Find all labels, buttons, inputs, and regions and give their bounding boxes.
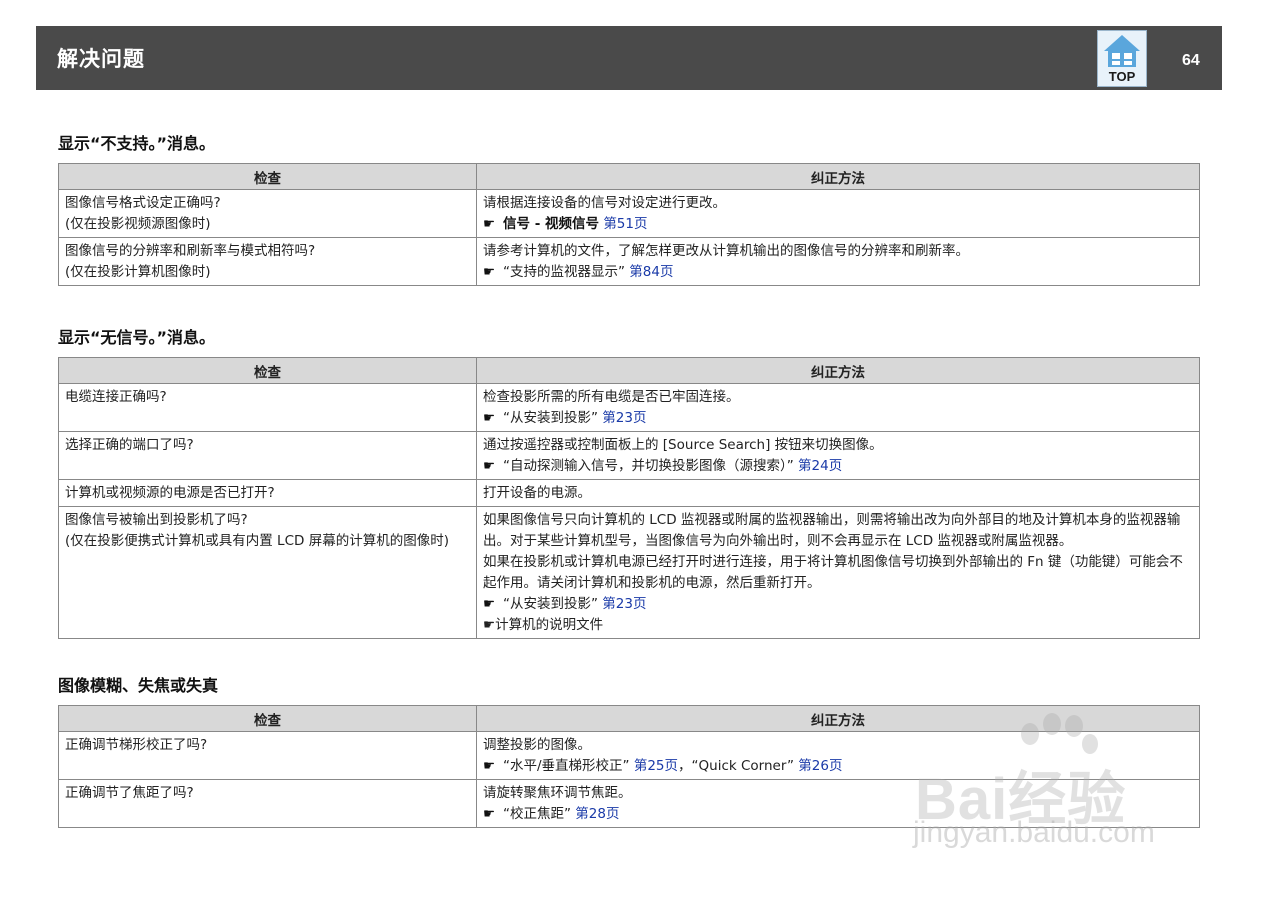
reference-title: “水平/垂直梯形校正” [503,758,630,774]
page-link[interactable]: 第24页 [798,458,842,474]
reference-title: “自动探测输入信号，并切换投影图像（源搜索）” [503,458,794,474]
fix-cell: 如果图像信号只向计算机的 LCD 监视器或附属的监视器输出，则需将输出改为向外部… [476,506,1200,639]
column-header-fix: 纠正方法 [476,705,1200,732]
table-row: 电缆连接正确吗? 检查投影所需的所有电缆是否已牢固连接。 ☛ “从安装到投影” 第… [58,383,1200,432]
hand-pointer-icon: ☛ [483,758,496,774]
hand-pointer-icon: ☛ [483,617,496,633]
column-header-fix: 纠正方法 [476,357,1200,384]
column-header-fix: 纠正方法 [476,163,1200,190]
check-note: (仅在投影视频源图像时) [65,216,211,232]
reference-line: ☛ 信号 - 视频信号 第51页 [483,214,1193,235]
page-link[interactable]: 第26页 [798,758,842,774]
fix-cell: 请参考计算机的文件，了解怎样更改从计算机输出的图像信号的分辨率和刷新率。 ☛ “支… [476,237,1200,286]
reference-title: “校正焦距” [503,806,571,822]
table-no-signal: 检查 纠正方法 电缆连接正确吗? 检查投影所需的所有电缆是否已牢固连接。 ☛ “从… [58,357,1200,639]
table-row: 正确调节梯形校正了吗? 调整投影的图像。 ☛ “水平/垂直梯形校正” 第25页，“… [58,731,1200,780]
check-cell: 选择正确的端口了吗? [58,431,477,480]
check-text: 计算机或视频源的电源是否已打开? [65,485,275,501]
check-text: 选择正确的端口了吗? [65,437,194,453]
hand-pointer-icon: ☛ [483,264,496,280]
check-cell: 正确调节梯形校正了吗? [58,731,477,780]
page-title: 解决问题 [57,47,145,71]
reference-line: ☛ “从安装到投影” 第23页 [483,408,1193,429]
page-link[interactable]: 第23页 [602,410,646,426]
page-link[interactable]: 第51页 [603,216,647,232]
reference-line: ☛ “校正焦距” 第28页 [483,804,1193,825]
reference-title: “Quick Corner” [691,758,794,774]
fix-cell: 请根据连接设备的信号对设定进行更改。 ☛ 信号 - 视频信号 第51页 [476,189,1200,238]
check-note: (仅在投影计算机图像时) [65,264,211,280]
table-row: 计算机或视频源的电源是否已打开? 打开设备的电源。 [58,479,1200,507]
reference-line: ☛计算机的说明文件 [483,615,1193,636]
page-link[interactable]: 第28页 [575,806,619,822]
fix-cell: 检查投影所需的所有电缆是否已牢固连接。 ☛ “从安装到投影” 第23页 [476,383,1200,432]
check-cell: 图像信号被输出到投影机了吗? (仅在投影便携式计算机或具有内置 LCD 屏幕的计… [58,506,477,639]
reference-title: “从安装到投影” [503,596,598,612]
table-unsupported: 检查 纠正方法 图像信号格式设定正确吗? (仅在投影视频源图像时) 请根据连接设… [58,163,1200,286]
check-cell: 正确调节了焦距了吗? [58,779,477,828]
reference-line: ☛ “自动探测输入信号，并切换投影图像（源搜索）” 第24页 [483,456,1193,477]
check-text: 图像信号格式设定正确吗? [65,195,221,211]
hand-pointer-icon: ☛ [483,596,496,612]
fix-text: 请参考计算机的文件，了解怎样更改从计算机输出的图像信号的分辨率和刷新率。 [483,243,969,259]
check-text: 图像信号的分辨率和刷新率与模式相符吗? [65,243,316,259]
page-header: 解决问题 TOP 64 [36,26,1222,90]
table-row: 图像信号格式设定正确吗? (仅在投影视频源图像时) 请根据连接设备的信号对设定进… [58,189,1200,238]
reference-title: 信号 - 视频信号 [503,216,600,232]
fix-text: 检查投影所需的所有电缆是否已牢固连接。 [483,389,740,405]
reference-separator: ， [678,758,692,774]
column-header-check: 检查 [58,357,477,384]
table-row: 图像信号的分辨率和刷新率与模式相符吗? (仅在投影计算机图像时) 请参考计算机的… [58,237,1200,286]
fix-cell: 请旋转聚焦环调节焦距。 ☛ “校正焦距” 第28页 [476,779,1200,828]
page-number: 64 [1182,52,1200,69]
fix-text: 打开设备的电源。 [483,485,591,501]
reference-title: “支持的监视器显示” [503,264,625,280]
fix-cell: 调整投影的图像。 ☛ “水平/垂直梯形校正” 第25页，“Quick Corner… [476,731,1200,780]
table-row: 正确调节了焦距了吗? 请旋转聚焦环调节焦距。 ☛ “校正焦距” 第28页 [58,779,1200,828]
check-text: 正确调节了焦距了吗? [65,785,194,801]
table-blurry: 检查 纠正方法 正确调节梯形校正了吗? 调整投影的图像。 ☛ “水平/垂直梯形校正… [58,705,1200,828]
check-cell: 图像信号的分辨率和刷新率与模式相符吗? (仅在投影计算机图像时) [58,237,477,286]
page-link[interactable]: 第23页 [602,596,646,612]
column-header-check: 检查 [58,163,477,190]
reference-line: ☛ “水平/垂直梯形校正” 第25页，“Quick Corner” 第26页 [483,756,1193,777]
fix-text: 通过按遥控器或控制面板上的 [Source Search] 按钮来切换图像。 [483,437,883,453]
section-title-blurry: 图像模糊、失焦或失真 [58,676,219,695]
column-header-check: 检查 [58,705,477,732]
reference-line: ☛ “支持的监视器显示” 第84页 [483,262,1193,283]
check-text: 正确调节梯形校正了吗? [65,737,208,753]
check-cell: 计算机或视频源的电源是否已打开? [58,479,477,507]
fix-cell: 通过按遥控器或控制面板上的 [Source Search] 按钮来切换图像。 ☛… [476,431,1200,480]
hand-pointer-icon: ☛ [483,806,496,822]
hand-pointer-icon: ☛ [483,216,496,232]
check-cell: 电缆连接正确吗? [58,383,477,432]
check-text: 图像信号被输出到投影机了吗? [65,512,248,528]
page-link[interactable]: 第25页 [634,758,678,774]
check-cell: 图像信号格式设定正确吗? (仅在投影视频源图像时) [58,189,477,238]
hand-pointer-icon: ☛ [483,410,496,426]
top-button[interactable]: TOP [1097,30,1147,87]
fix-text: 请旋转聚焦环调节焦距。 [483,785,632,801]
section-title-unsupported: 显示“不支持。”消息。 [58,134,216,153]
check-text: 电缆连接正确吗? [65,389,167,405]
page-link[interactable]: 第84页 [629,264,673,280]
check-note: (仅在投影便携式计算机或具有内置 LCD 屏幕的计算机的图像时) [65,533,449,549]
fix-text: 请根据连接设备的信号对设定进行更改。 [483,195,726,211]
fix-paragraph-1: 如果图像信号只向计算机的 LCD 监视器或附属的监视器输出，则需将输出改为向外部… [483,512,1181,549]
table-row: 图像信号被输出到投影机了吗? (仅在投影便携式计算机或具有内置 LCD 屏幕的计… [58,506,1200,639]
section-title-no-signal: 显示“无信号。”消息。 [58,328,216,347]
fix-text: 调整投影的图像。 [483,737,591,753]
house-icon [1104,35,1140,67]
fix-cell: 打开设备的电源。 [476,479,1200,507]
top-label: TOP [1108,69,1136,84]
reference-line: ☛ “从安装到投影” 第23页 [483,594,1193,615]
reference-title: “从安装到投影” [503,410,598,426]
fix-paragraph-2: 如果在投影机或计算机电源已经打开时进行连接，用于将计算机图像信号切换到外部输出的… [483,554,1183,591]
table-row: 选择正确的端口了吗? 通过按遥控器或控制面板上的 [Source Search]… [58,431,1200,480]
hand-pointer-icon: ☛ [483,458,496,474]
reference-title: 计算机的说明文件 [495,617,604,633]
